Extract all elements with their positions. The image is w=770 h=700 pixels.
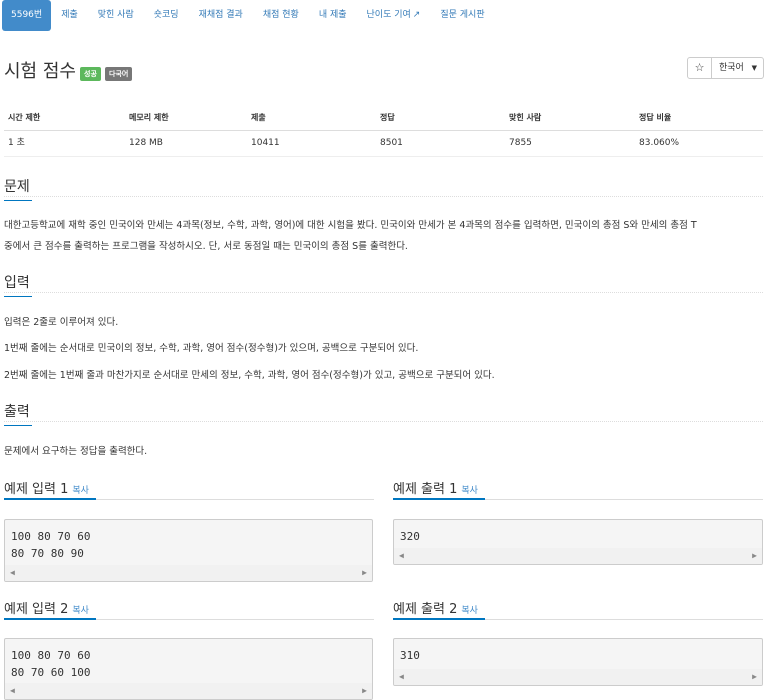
scroll-right-icon[interactable]: ▶ [752,669,757,685]
info-value-row: 1 초 128 MB 10411 8501 7855 83.060% [4,131,763,157]
scroll-right-icon[interactable]: ▶ [752,548,757,564]
copy-sample-input-1-button[interactable]: 복사 [72,486,89,496]
sample-output-1-text: 320 [400,530,420,543]
sample-input-1-heading: 예제 입력 1 복사 [4,478,89,497]
header-accept-ratio: 정답 비율 [639,113,672,122]
sample-output-1-heading: 예제 출력 1 복사 [393,478,478,497]
value-accept-ratio: 83.060% [639,138,680,148]
sample-input-2-title: 예제 입력 2 [4,602,69,617]
copy-sample-output-1-button[interactable]: 복사 [461,486,478,496]
tab-short-coding[interactable]: 숏코딩 [144,0,189,31]
horizontal-scrollbar[interactable]: ◀ ▶ [5,565,372,581]
sample-input-1-box: 100 80 70 60 80 70 80 90 ◀ ▶ [4,519,373,582]
value-submissions: 10411 [251,138,280,148]
scroll-left-icon[interactable]: ◀ [10,683,15,699]
language-selected: 한국어 [719,63,744,73]
scroll-left-icon[interactable]: ◀ [399,669,404,685]
tab-judge-status[interactable]: 채점 현황 [253,0,309,31]
input-description-line-1: 입력은 2줄로 이루어져 있다. [4,317,119,328]
output-description: 문제에서 요구하는 정답을 출력한다. [4,446,148,457]
sample-underline [4,618,96,620]
horizontal-scrollbar[interactable]: ◀ ▶ [394,548,762,564]
sample-underline [393,618,485,620]
external-link-icon: ↗ [412,10,421,20]
input-description-line-2: 1번째 줄에는 순서대로 민국이의 정보, 수학, 과학, 영어 점수(정수형)… [4,343,419,354]
tab-my-submissions[interactable]: 내 제출 [309,0,357,31]
copy-sample-output-2-button[interactable]: 복사 [461,606,478,616]
header-submissions: 제출 [251,113,266,122]
header-solved-users: 맞힌 사람 [509,113,542,122]
info-header-row: 시간 제한 메모리 제한 제출 정답 맞힌 사람 정답 비율 [4,104,763,131]
multilingual-badge: 다국어 [105,67,133,81]
tab-solved-users[interactable]: 맞힌 사람 [88,0,144,31]
value-time-limit: 1 초 [8,138,25,148]
success-badge: 성공 [80,67,101,81]
sample-output-2-box: 310 ◀ ▶ [393,638,763,686]
value-accepted: 8501 [380,138,403,148]
sample-input-1-text: 100 80 70 60 80 70 80 90 [11,530,91,560]
sample-input-2-text: 100 80 70 60 80 70 60 100 [11,649,91,679]
sample-output-2-heading: 예제 출력 2 복사 [393,598,478,617]
tab-difficulty-label: 난이도 기여 [366,10,411,20]
tab-rejudge-results[interactable]: 재채점 결과 [189,0,253,31]
sample-output-2-text: 310 [400,649,420,662]
problem-tab-nav: 5596번 제출 맞힌 사람 숏코딩 재채점 결과 채점 현황 내 제출 난이도… [0,0,770,31]
sample-output-1-box: 320 ◀ ▶ [393,519,763,565]
header-time-limit: 시간 제한 [8,113,41,122]
copy-sample-input-2-button[interactable]: 복사 [72,606,89,616]
section-divider [4,292,763,293]
caret-down-icon: ▼ [751,64,757,72]
page-title: 시험 점수 [4,61,76,82]
sample-input-1-title: 예제 입력 1 [4,482,69,497]
sample-underline [4,498,96,500]
sample-underline [393,498,485,500]
language-dropdown[interactable]: 한국어 ▼ [711,57,764,79]
horizontal-scrollbar[interactable]: ◀ ▶ [5,683,372,699]
scroll-right-icon[interactable]: ▶ [362,565,367,581]
sample-input-2-box: 100 80 70 60 80 70 60 100 ◀ ▶ [4,638,373,700]
horizontal-scrollbar[interactable]: ◀ ▶ [394,669,762,685]
value-solved-users: 7855 [509,138,532,148]
problem-description-line-2: 중에서 큰 점수를 출력하는 프로그램을 작성하시오. 단, 서로 동점일 때는… [4,241,408,252]
scroll-left-icon[interactable]: ◀ [10,565,15,581]
problem-description-line-1: 대한고등학교에 재학 중인 민국이와 만세는 4과목(정보, 수학, 과학, 영… [4,220,697,231]
problem-title-row: 시험 점수 성공 다국어 ☆ 한국어 ▼ [0,52,766,88]
section-divider [4,196,763,197]
tab-problem[interactable]: 5596번 [2,0,52,31]
sample-output-1-title: 예제 출력 1 [393,482,458,497]
sample-input-2-heading: 예제 입력 2 복사 [4,598,89,617]
tab-submit[interactable]: 제출 [51,0,88,31]
problem-info-table: 시간 제한 메모리 제한 제출 정답 맞힌 사람 정답 비율 1 초 128 M… [4,104,763,157]
star-icon: ☆ [694,61,705,74]
tab-difficulty-contribution[interactable]: 난이도 기여 ↗ [357,0,431,31]
scroll-left-icon[interactable]: ◀ [399,548,404,564]
header-accepted: 정답 [380,113,395,122]
sample-output-2-title: 예제 출력 2 [393,602,458,617]
tab-question-board[interactable]: 질문 게시판 [430,0,494,31]
section-divider [4,421,763,422]
scroll-right-icon[interactable]: ▶ [362,683,367,699]
header-memory-limit: 메모리 제한 [129,113,169,122]
input-description-line-3: 2번째 줄에는 1번째 줄과 마찬가지로 순서대로 만세의 정보, 수학, 과학… [4,370,495,381]
value-memory-limit: 128 MB [129,138,163,148]
favorite-star-button[interactable]: ☆ [687,57,712,79]
